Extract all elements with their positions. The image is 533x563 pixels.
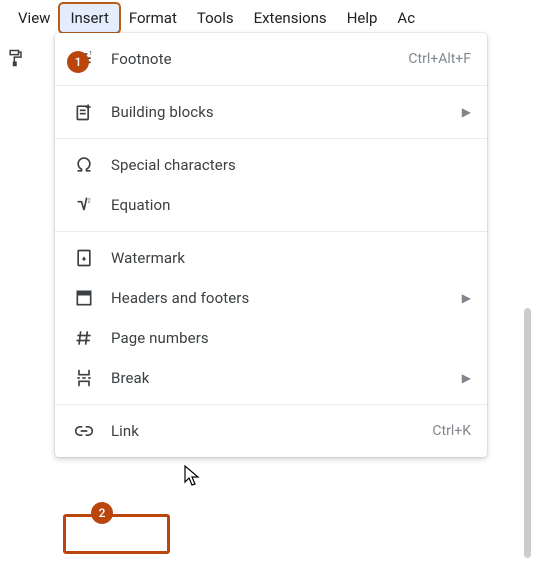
chevron-right-icon: ▶ xyxy=(462,291,471,305)
menu-tools[interactable]: Tools xyxy=(187,4,244,32)
menu-help[interactable]: Help xyxy=(337,4,388,32)
menu-label: Building blocks xyxy=(111,103,454,121)
omega-icon xyxy=(73,154,95,176)
menu-item-break[interactable]: Break ▶ xyxy=(55,358,487,398)
menu-item-building-blocks[interactable]: Building blocks ▶ xyxy=(55,92,487,132)
chevron-right-icon: ▶ xyxy=(462,371,471,385)
separator xyxy=(55,404,487,405)
menu-item-equation[interactable]: 2 Equation xyxy=(55,185,487,225)
menu-label: Break xyxy=(111,369,454,387)
menu-format[interactable]: Format xyxy=(119,4,187,32)
separator xyxy=(55,231,487,232)
cursor-icon xyxy=(183,464,203,492)
separator xyxy=(55,85,487,86)
menu-shortcut: Ctrl+K xyxy=(432,423,471,439)
menu-extensions[interactable]: Extensions xyxy=(244,4,337,32)
menu-label: Page numbers xyxy=(111,329,471,347)
menu-item-link[interactable]: Link Ctrl+K xyxy=(55,411,487,451)
separator xyxy=(55,138,487,139)
link-icon xyxy=(73,420,95,442)
watermark-icon xyxy=(73,247,95,269)
headers-footers-icon xyxy=(73,287,95,309)
scrollbar[interactable] xyxy=(524,308,531,558)
menu-item-special-characters[interactable]: Special characters xyxy=(55,145,487,185)
menu-item-footnote[interactable]: 1 Footnote Ctrl+Alt+F xyxy=(55,39,487,79)
menu-shortcut: Ctrl+Alt+F xyxy=(408,51,471,67)
callout-2: 2 xyxy=(91,502,113,524)
menu-item-headers-footers[interactable]: Headers and footers ▶ xyxy=(55,278,487,318)
paint-format-icon[interactable] xyxy=(6,48,26,68)
menubar: View Insert Format Tools Extensions Help… xyxy=(0,0,533,36)
menu-view[interactable]: View xyxy=(8,4,60,32)
menu-label: Footnote xyxy=(111,50,408,68)
menu-item-watermark[interactable]: Watermark xyxy=(55,238,487,278)
chevron-right-icon: ▶ xyxy=(462,105,471,119)
hash-icon xyxy=(73,327,95,349)
menu-label: Headers and footers xyxy=(111,289,454,307)
insert-menu-dropdown: 1 Footnote Ctrl+Alt+F Building blocks ▶ … xyxy=(55,33,487,457)
menu-insert[interactable]: Insert xyxy=(60,4,118,32)
break-icon xyxy=(73,367,95,389)
svg-text:1: 1 xyxy=(89,51,92,57)
building-blocks-icon xyxy=(73,101,95,123)
menu-label: Watermark xyxy=(111,249,471,267)
equation-icon: 2 xyxy=(73,194,95,216)
menu-item-page-numbers[interactable]: Page numbers xyxy=(55,318,487,358)
menu-label: Link xyxy=(111,422,432,440)
callout-1: 1 xyxy=(67,51,89,73)
menu-label: Special characters xyxy=(111,156,471,174)
menu-label: Equation xyxy=(111,196,471,214)
highlight-link xyxy=(63,514,170,554)
menu-acc[interactable]: Ac xyxy=(387,4,425,32)
svg-text:2: 2 xyxy=(87,199,91,205)
